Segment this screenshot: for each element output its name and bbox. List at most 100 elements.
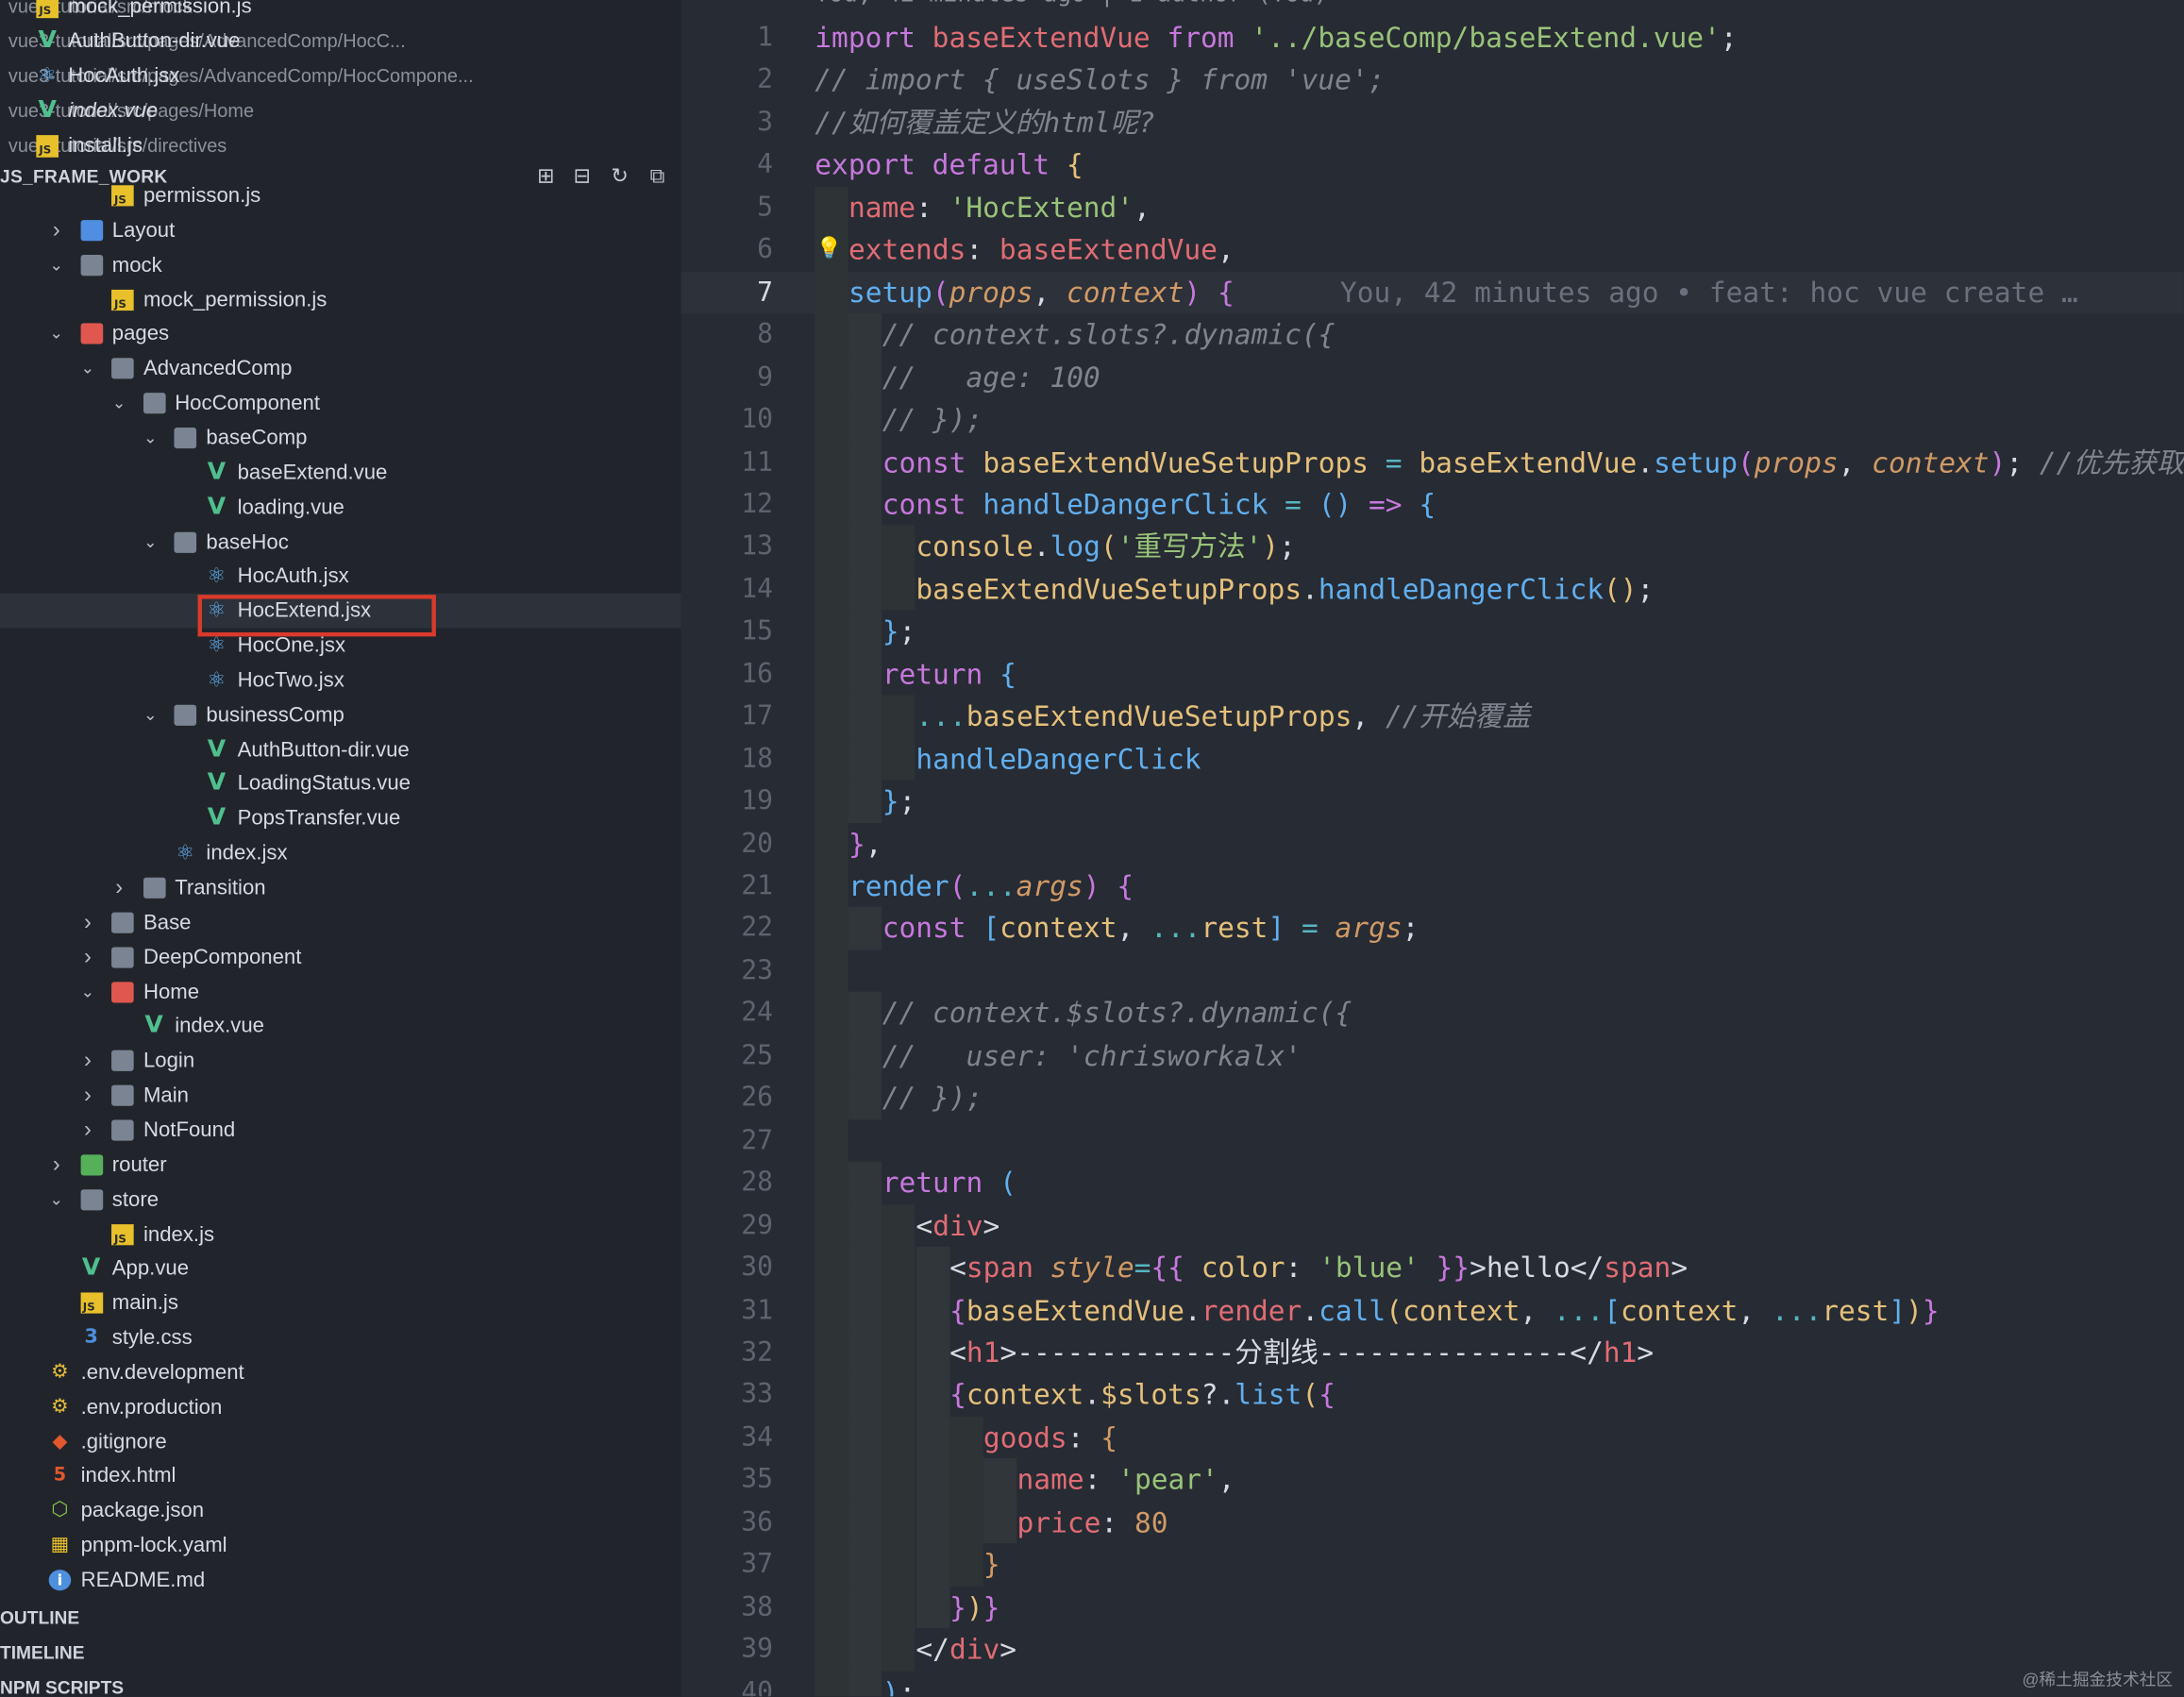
code-line[interactable]: 25 // user: 'chrisworkalx' <box>681 1034 2184 1078</box>
code-line[interactable]: 30 <span style={{ color: 'blue' }}>hello<… <box>681 1246 2184 1289</box>
tree-file[interactable]: VbaseExtend.vue <box>0 455 681 490</box>
code-line[interactable]: 32 <h1>-------------分割线---------------</h… <box>681 1331 2184 1374</box>
code-line[interactable]: 35 name: 'pear', <box>681 1458 2184 1502</box>
code-line[interactable]: 26 // }); <box>681 1077 2184 1120</box>
tree-folder[interactable]: ⌄ store <box>0 1182 681 1217</box>
code-line[interactable]: 39 </div> <box>681 1628 2184 1672</box>
chevron-down-icon[interactable]: ⌄ <box>48 1182 65 1217</box>
chevron-down-icon[interactable]: ⌄ <box>79 351 96 386</box>
tree-folder[interactable]: › Layout <box>0 213 681 248</box>
code-editor[interactable]: You, 42 minutes ago | 1 author (You) 1 im… <box>680 0 2184 1697</box>
chevron-down-icon[interactable]: ⌄ <box>48 317 65 352</box>
tree-folder[interactable]: › DeepComponent <box>0 940 681 975</box>
tree-file[interactable]: V App.vue <box>0 1252 681 1286</box>
tree-file[interactable]: 5 index.html <box>0 1459 681 1494</box>
tree-file[interactable]: i README.md <box>0 1563 681 1598</box>
tree-folder[interactable]: › Main <box>0 1078 681 1113</box>
tree-folder[interactable]: ⌄ businessComp <box>0 697 681 732</box>
chevron-right-icon[interactable]: › <box>79 1044 96 1079</box>
tree-file[interactable]: ◆ .gitignore <box>0 1424 681 1459</box>
outline-panel-header[interactable]: OUTLINE <box>0 1602 681 1635</box>
chevron-down-icon[interactable]: ⌄ <box>143 421 160 456</box>
open-editor-item[interactable]: Vindex.vue vue3-tutorial/src/pages/Home <box>0 94 254 127</box>
code-line[interactable]: 33 {context.$slots?.list({ <box>681 1373 2184 1417</box>
code-line[interactable]: 4 export default { <box>681 144 2184 187</box>
code-line[interactable]: 17 ...baseExtendVueSetupProps, //开始覆盖 <box>681 695 2184 738</box>
code-line[interactable]: 38})} <box>681 1586 2184 1629</box>
tree-folder[interactable]: ⌄ baseComp <box>0 421 681 456</box>
tree-file[interactable]: Vloading.vue <box>0 490 681 525</box>
code-line[interactable]: 36 price: 80 <box>681 1501 2184 1544</box>
tree-file[interactable]: ⬡ package.json <box>0 1493 681 1528</box>
chevron-right-icon[interactable]: › <box>79 1078 96 1113</box>
code-line[interactable]: 22 const [context, ...rest] = args; <box>681 907 2184 950</box>
tree-file[interactable]: V AuthButton-dir.vue <box>0 732 681 767</box>
code-line[interactable]: 24 // context.$slots?.dynamic({ <box>681 992 2184 1035</box>
code-line[interactable]: 15}; <box>681 610 2184 653</box>
chevron-down-icon[interactable]: ⌄ <box>110 386 127 421</box>
chevron-right-icon[interactable]: › <box>79 905 96 940</box>
code-line[interactable]: 1 import baseExtendVue from '../baseComp/… <box>681 17 2184 59</box>
code-line[interactable]: 14 baseExtendVueSetupProps.handleDangerCl… <box>681 567 2184 611</box>
tree-file[interactable]: ⚛ HocAuth.jsx <box>0 559 681 594</box>
code-line[interactable]: 8 // context.slots?.dynamic({ <box>681 313 2184 357</box>
lightbulb-icon[interactable]: 💡 <box>816 236 843 260</box>
code-line[interactable]: 12 const handleDangerClick = () => { <box>681 482 2184 526</box>
code-line[interactable]: 31 {baseExtendVue.render.call(context, ..… <box>681 1288 2184 1332</box>
chevron-down-icon[interactable]: ⌄ <box>143 525 160 560</box>
timeline-panel-header[interactable]: TIMELINE <box>0 1637 681 1670</box>
code-line[interactable]: 21 render(...args) { <box>681 865 2184 908</box>
code-line[interactable]: 7 setup(props, context) {You, 42 minutes … <box>680 271 2184 314</box>
code-line[interactable]: 40); <box>681 1671 2184 1697</box>
tree-file[interactable]: JS main.js <box>0 1285 681 1320</box>
tree-file[interactable]: JS index.js <box>0 1217 681 1252</box>
code-line[interactable]: 34 goods: { <box>681 1416 2184 1459</box>
open-editor-item[interactable]: V AuthButton-dir.vue vue3-tutorial/src/pag… <box>0 25 406 59</box>
code-line[interactable]: 10 // }); <box>681 398 2184 442</box>
tree-file[interactable]: ▦ pnpm-lock.yaml <box>0 1528 681 1563</box>
tree-file[interactable]: Vindex.vue <box>0 1009 681 1044</box>
code-line[interactable]: 37} <box>681 1543 2184 1587</box>
open-editor-item[interactable]: JS mock_permission.js vue3-tutorial/src/mo… <box>0 0 252 24</box>
chevron-right-icon[interactable]: › <box>110 870 127 905</box>
code-line[interactable]: 28 return ( <box>681 1161 2184 1204</box>
tree-file[interactable]: V LoadingStatus.vue <box>0 766 681 801</box>
code-line[interactable]: 18 handleDangerClick <box>681 737 2184 781</box>
code-line[interactable]: 5 name: 'HocExtend', <box>681 186 2184 229</box>
code-line[interactable]: 29 <div> <box>681 1203 2184 1247</box>
code-line[interactable]: 11 const baseExtendVueSetupProps = baseEx… <box>681 441 2184 484</box>
code-line[interactable]: 16 return { <box>681 652 2184 696</box>
code-line[interactable]: 19}; <box>681 780 2184 823</box>
chevron-right-icon[interactable]: › <box>79 940 96 975</box>
chevron-right-icon[interactable]: › <box>79 1113 96 1148</box>
tree-folder[interactable]: › router <box>0 1148 681 1183</box>
code-line[interactable]: 23 <box>681 949 2184 993</box>
code-line[interactable]: 27 <box>681 1119 2184 1163</box>
chevron-down-icon[interactable]: ⌄ <box>48 247 65 282</box>
tree-folder[interactable]: ⌄ HocComponent <box>0 386 681 421</box>
tree-file[interactable]: JS mock_permission.js <box>0 282 681 317</box>
tree-folder[interactable]: › Transition <box>0 870 681 905</box>
tree-file[interactable]: V PopsTransfer.vue <box>0 801 681 836</box>
tree-file[interactable]: ⚛ HocTwo.jsx <box>0 663 681 697</box>
tree-folder[interactable]: › Login <box>0 1044 681 1079</box>
npm-scripts-panel-header[interactable]: NPM SCRIPTS <box>0 1672 681 1697</box>
chevron-down-icon[interactable]: ⌄ <box>143 697 160 732</box>
code-line[interactable]: 6 💡 extends: baseExtendVue, <box>681 228 2184 272</box>
code-line[interactable]: 3 //如何覆盖定义的html呢? <box>681 102 2184 144</box>
tree-folder[interactable]: ⌄ baseHoc <box>0 525 681 560</box>
code-line[interactable]: 13 console.log('重写方法'); <box>681 525 2184 568</box>
tree-file[interactable]: ⚛ index.jsx <box>0 836 681 871</box>
code-line[interactable]: 2 // import { useSlots } from 'vue'; <box>681 59 2184 102</box>
chevron-down-icon[interactable]: ⌄ <box>79 974 96 1009</box>
code-line[interactable]: 9 // age: 100 <box>681 356 2184 399</box>
tree-file[interactable]: ⚙ .env.development <box>0 1355 681 1390</box>
tree-file[interactable]: 3 style.css <box>0 1320 681 1355</box>
tree-file[interactable]: JS permisson.js <box>0 178 681 213</box>
tree-folder[interactable]: ⌄ mock <box>0 247 681 282</box>
tree-file[interactable]: ⚙ .env.production <box>0 1389 681 1424</box>
open-editor-item[interactable]: JS install.js vue3-tutorial/src/directives <box>0 129 227 162</box>
tree-folder[interactable]: › NotFound <box>0 1113 681 1148</box>
tree-folder[interactable]: ⌄ Home <box>0 974 681 1009</box>
chevron-right-icon[interactable]: › <box>48 213 65 248</box>
